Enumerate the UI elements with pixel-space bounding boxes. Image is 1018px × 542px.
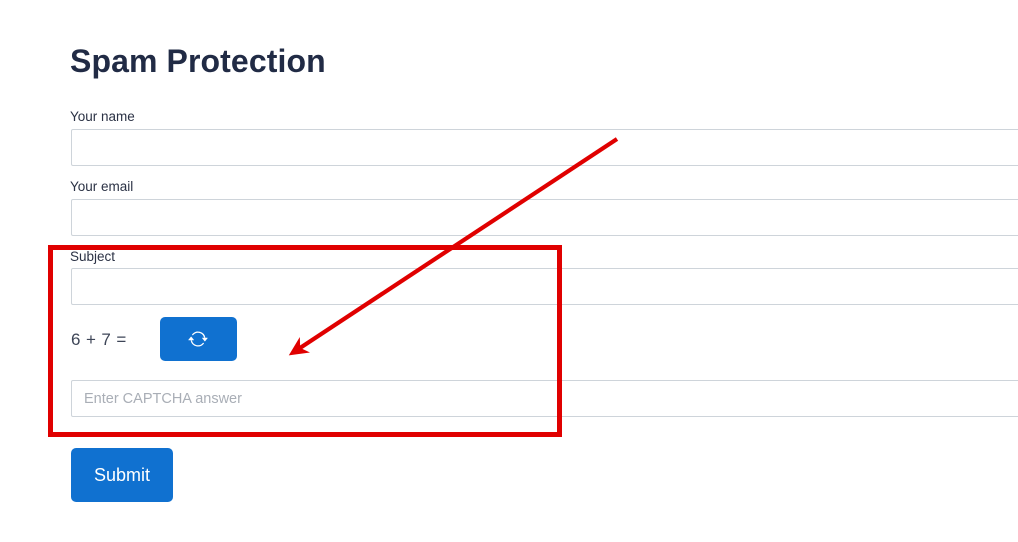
your-name-input[interactable] [71,129,1018,166]
your-email-input[interactable] [71,199,1018,236]
refresh-sync-icon [188,329,208,349]
your-name-label: Your name [70,109,135,124]
captcha-question: 6 + 7 = [71,329,127,349]
captcha-row: 6 + 7 = [71,314,237,364]
submit-button[interactable]: Submit [71,448,173,502]
your-email-label: Your email [70,179,134,194]
captcha-answer-input[interactable] [71,380,1018,417]
captcha-refresh-button[interactable] [159,317,237,361]
subject-input[interactable] [71,268,1018,305]
spam-protection-form: Your name Your email Subject 6 + 7 = Sub… [0,0,1018,542]
subject-label: Subject [70,249,116,264]
